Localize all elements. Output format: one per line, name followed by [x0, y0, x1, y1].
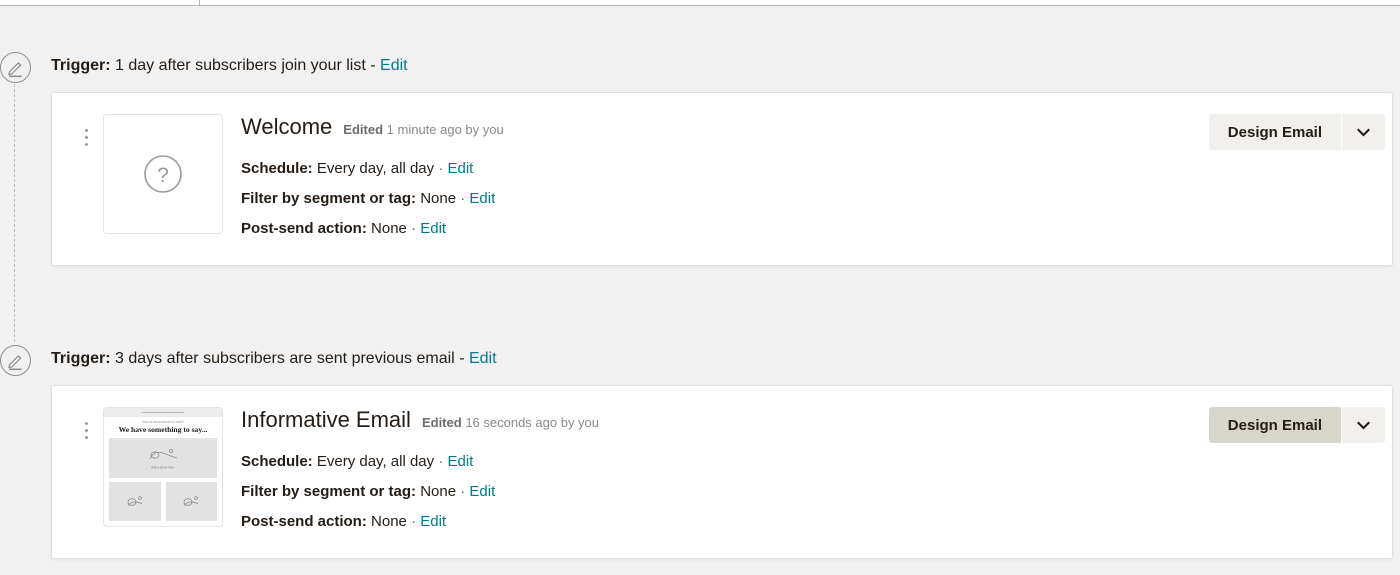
top-chrome-bar — [0, 0, 1400, 6]
chevron-down-icon — [1357, 421, 1370, 429]
card-kebab-menu-1[interactable] — [77, 129, 95, 146]
trigger-label-1: Trigger: — [51, 57, 111, 74]
trigger-edit-link-2[interactable]: Edit — [469, 350, 497, 367]
detail-row-schedule-1: Schedule: Every day, all day · Edit — [241, 154, 504, 184]
email-edited-label-1: Edited — [343, 122, 384, 137]
svg-text:?: ? — [157, 164, 169, 187]
email-card-2: Have an announcement to make? We have so… — [51, 385, 1393, 559]
kebab-dot — [84, 129, 88, 132]
detail-value: None — [420, 190, 457, 207]
email-thumbnail-2[interactable]: Have an announcement to make? We have so… — [103, 407, 223, 527]
design-email-split-button-2: Design Email — [1208, 407, 1385, 443]
detail-separator: · — [438, 160, 444, 177]
chevron-down-icon — [1357, 128, 1370, 136]
detail-value: Every day, all day — [316, 160, 435, 177]
email-edited-value-2: 16 seconds ago by you — [465, 415, 600, 430]
preview-column-left — [109, 482, 161, 521]
photo-placeholder-icon — [149, 449, 178, 460]
design-email-button-2[interactable]: Design Email — [1208, 407, 1342, 443]
card-kebab-menu-2[interactable] — [77, 422, 95, 439]
top-chrome-divider — [199, 0, 200, 6]
preview-column-right — [165, 482, 217, 521]
kebab-dot — [84, 143, 88, 146]
design-email-split-button-1: Design Email — [1208, 114, 1385, 150]
trigger-value-2: 3 days after subscribers are sent previo… — [115, 350, 455, 367]
detail-separator: · — [460, 190, 466, 207]
preview-kicker: Have an announcement to make? — [142, 420, 184, 425]
detail-edit-link-schedule-2[interactable]: Edit — [447, 453, 473, 470]
email-edited-label-2: Edited — [421, 415, 462, 430]
detail-label: Schedule: — [241, 160, 313, 177]
detail-separator: · — [438, 453, 444, 470]
detail-label: Schedule: — [241, 453, 313, 470]
detail-edit-link-filter-1[interactable]: Edit — [469, 190, 495, 207]
preview-headline: We have something to say... — [118, 425, 208, 434]
trigger-edit-link-1[interactable]: Edit — [380, 57, 408, 74]
email-title-2: Informative Email — [241, 407, 411, 432]
workflow-connector-line — [14, 84, 15, 342]
trigger-dash-2: - — [459, 350, 465, 367]
detail-separator: · — [411, 513, 417, 530]
pencil-edit-icon — [8, 62, 22, 78]
email-title-1: Welcome — [241, 114, 333, 139]
kebab-dot — [84, 422, 88, 425]
email-detail-list-1: Schedule: Every day, all day · Edit Filt… — [241, 154, 504, 244]
design-email-dropdown-2[interactable] — [1342, 407, 1385, 443]
detail-edit-link-schedule-1[interactable]: Edit — [447, 160, 473, 177]
email-template-preview: Have an announcement to make? We have so… — [104, 408, 222, 526]
email-title-row-1: Welcome Edited 1 minute ago by you — [241, 114, 504, 140]
detail-label: Filter by segment or tag: — [241, 483, 417, 500]
trigger-text-2: Trigger: 3 days after subscribers are se… — [51, 349, 497, 369]
trigger-edit-icon-2[interactable] — [0, 345, 31, 376]
detail-value: Every day, all day — [316, 453, 435, 470]
email-details-1: Welcome Edited 1 minute ago by you Sched… — [241, 114, 504, 244]
detail-row-schedule-2: Schedule: Every day, all day · Edit — [241, 447, 599, 477]
detail-value: None — [371, 513, 407, 530]
email-thumbnail-1[interactable]: ? — [103, 114, 223, 234]
detail-label: Post-send action: — [241, 220, 367, 237]
photo-placeholder-icon — [127, 496, 142, 507]
detail-row-filter-1: Filter by segment or tag: None · Edit — [241, 184, 504, 214]
email-edited-meta-1: Edited 1 minute ago by you — [343, 122, 503, 138]
trigger-label-2: Trigger: — [51, 350, 111, 367]
detail-separator: · — [460, 483, 466, 500]
kebab-dot — [84, 136, 88, 139]
detail-separator: · — [411, 220, 417, 237]
email-edited-meta-2: Edited 16 seconds ago by you — [422, 415, 599, 431]
detail-edit-link-filter-2[interactable]: Edit — [469, 483, 495, 500]
detail-label: Filter by segment or tag: — [241, 190, 417, 207]
detail-row-filter-2: Filter by segment or tag: None · Edit — [241, 477, 599, 507]
pencil-edit-icon — [8, 355, 22, 371]
trigger-value-1: 1 day after subscribers join your list — [115, 57, 366, 74]
trigger-edit-icon-1[interactable] — [0, 52, 31, 83]
preview-hero-image-placeholder: Add a photo here. — [109, 438, 217, 478]
kebab-dot — [84, 429, 88, 432]
photo-placeholder-icon — [183, 496, 199, 507]
email-detail-list-2: Schedule: Every day, all day · Edit Filt… — [241, 447, 599, 537]
detail-value: None — [371, 220, 407, 237]
email-title-row-2: Informative Email Edited 16 seconds ago … — [241, 407, 599, 433]
email-edited-value-1: 1 minute ago by you — [386, 122, 504, 137]
kebab-dot — [84, 436, 88, 439]
trigger-dash-1: - — [370, 57, 376, 74]
preview-hero-caption: Add a photo here. — [151, 464, 175, 470]
detail-row-postsend-1: Post-send action: None · Edit — [241, 214, 504, 244]
email-details-2: Informative Email Edited 16 seconds ago … — [241, 407, 599, 537]
preview-columns — [109, 482, 217, 521]
detail-edit-link-postsend-2[interactable]: Edit — [420, 513, 446, 530]
detail-value: None — [420, 483, 457, 500]
detail-label: Post-send action: — [241, 513, 367, 530]
preview-topbar — [104, 408, 222, 417]
trigger-text-1: Trigger: 1 day after subscribers join yo… — [51, 56, 408, 76]
email-card-1: ? Welcome Edited 1 minute ago by you Sch… — [51, 92, 1393, 266]
detail-edit-link-postsend-1[interactable]: Edit — [420, 220, 446, 237]
question-mark-icon: ? — [144, 155, 182, 193]
detail-row-postsend-2: Post-send action: None · Edit — [241, 507, 599, 537]
design-email-button-1[interactable]: Design Email — [1208, 114, 1342, 150]
design-email-dropdown-1[interactable] — [1342, 114, 1385, 150]
